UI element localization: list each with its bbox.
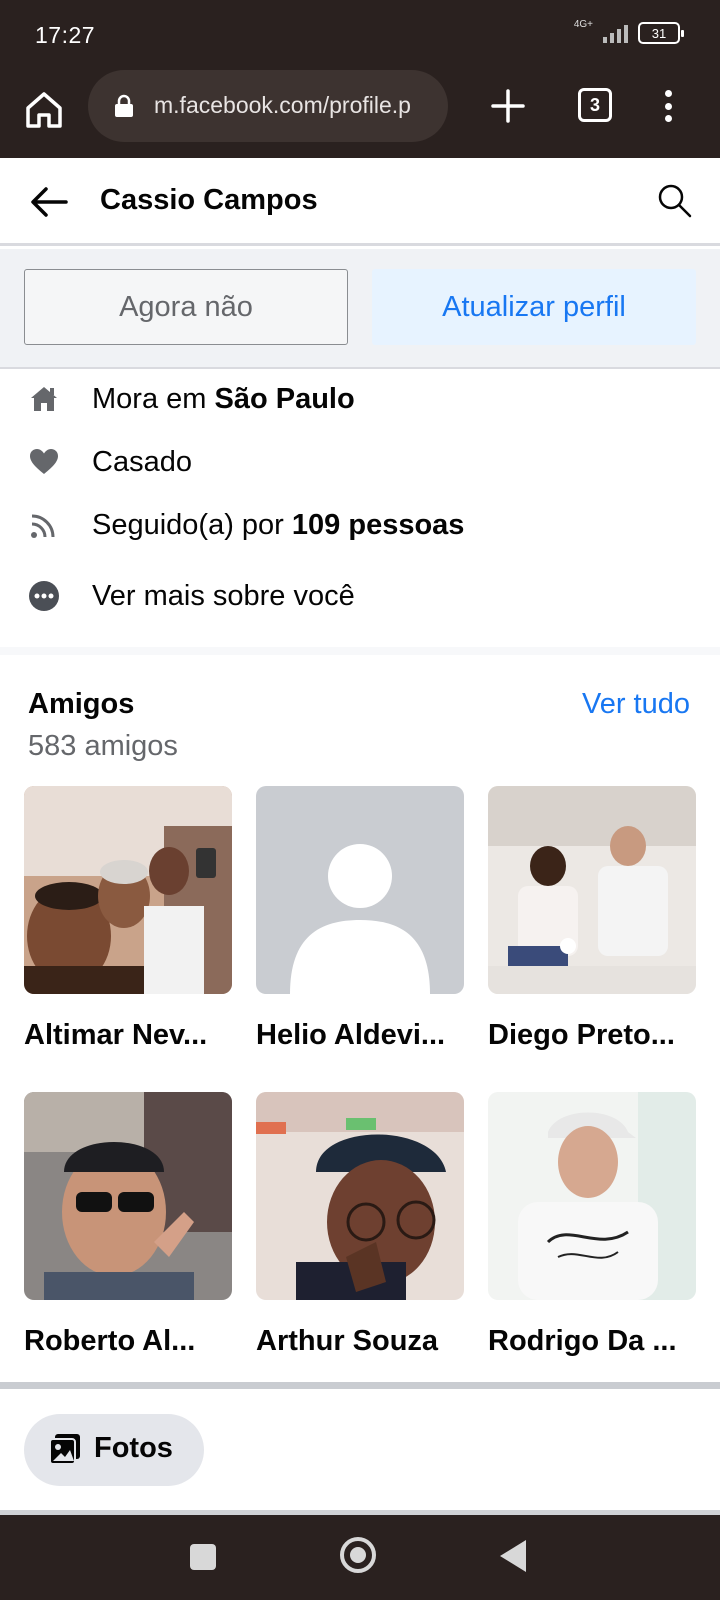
followers-text: Seguido(a) por 109 pessoas xyxy=(92,508,465,541)
friend-card[interactable]: Roberto Al... xyxy=(24,1092,232,1358)
see-more-row[interactable]: Ver mais sobre você xyxy=(0,571,720,621)
friend-card[interactable]: Arthur Souza xyxy=(256,1092,464,1358)
tab-switcher-button[interactable]: 3 xyxy=(578,88,612,122)
address-bar[interactable]: m.facebook.com/profile.p xyxy=(88,70,448,142)
battery-level: 31 xyxy=(651,25,667,41)
heart-icon xyxy=(30,449,58,474)
lives-in-row: Mora em São Paulo xyxy=(0,374,720,424)
photos-icon xyxy=(49,1434,80,1465)
system-nav-bar xyxy=(0,1515,720,1600)
friend-name[interactable]: Rodrigo Da ... xyxy=(488,1325,696,1358)
friend-card[interactable]: Diego Preto... xyxy=(488,786,696,1052)
url-text: m.facebook.com/profile.p xyxy=(154,92,411,118)
friend-card[interactable]: Altimar Nev... xyxy=(24,786,232,1052)
overflow-menu-icon[interactable] xyxy=(656,86,680,126)
see-more-text: Ver mais sobre você xyxy=(92,579,355,612)
page-title: Cassio Campos xyxy=(100,184,318,216)
status-indicators: 4G+ 31 xyxy=(573,19,684,44)
new-tab-icon[interactable] xyxy=(488,86,528,126)
tab-count: 3 xyxy=(589,94,600,115)
friend-name[interactable]: Helio Aldevi... xyxy=(256,1019,464,1052)
followers-row: Seguido(a) por 109 pessoas xyxy=(0,500,720,550)
lives-in-city: São Paulo xyxy=(214,382,355,415)
not-now-button[interactable]: Agora não xyxy=(24,269,348,345)
relationship-text: Casado xyxy=(92,445,192,478)
browser-toolbar: m.facebook.com/profile.p 3 xyxy=(0,70,720,158)
battery-icon: 31 xyxy=(638,22,684,44)
friend-card[interactable]: Rodrigo Da ... xyxy=(488,1092,696,1358)
section-divider xyxy=(0,1382,720,1389)
rss-icon xyxy=(31,514,55,538)
home-icon[interactable] xyxy=(22,88,66,132)
photos-label: Fotos xyxy=(94,1432,173,1464)
back-arrow-icon[interactable] xyxy=(28,182,70,222)
friends-count: 583 amigos xyxy=(28,730,178,762)
home-nav-icon[interactable] xyxy=(340,1537,376,1573)
friend-name[interactable]: Arthur Souza xyxy=(256,1325,464,1358)
lock-icon xyxy=(115,94,133,117)
friend-photo[interactable] xyxy=(256,1092,464,1300)
status-bar: 17:27 4G+ 31 xyxy=(0,0,720,70)
friend-name[interactable]: Diego Preto... xyxy=(488,1019,696,1052)
profile-prompt: Agora não Atualizar perfil xyxy=(0,249,720,369)
recents-icon[interactable] xyxy=(190,1544,216,1570)
signal-icon xyxy=(603,23,628,43)
search-icon[interactable] xyxy=(656,182,694,220)
page-header: Cassio Campos xyxy=(0,158,720,246)
photos-button[interactable]: Fotos xyxy=(24,1414,204,1486)
friend-photo[interactable] xyxy=(488,1092,696,1300)
friend-photo[interactable] xyxy=(24,1092,232,1300)
lives-in-text: Mora em São Paulo xyxy=(92,382,355,415)
friend-card[interactable]: Helio Aldevi... xyxy=(256,786,464,1052)
friend-name[interactable]: Altimar Nev... xyxy=(24,1019,232,1052)
friend-photo[interactable] xyxy=(488,786,696,994)
status-time: 17:27 xyxy=(35,22,96,48)
friends-title: Amigos xyxy=(28,688,135,720)
see-all-friends-link[interactable]: Ver tudo xyxy=(582,688,690,721)
default-avatar-icon[interactable] xyxy=(256,786,464,994)
more-dots-icon xyxy=(29,581,59,611)
section-divider xyxy=(0,647,720,655)
home-icon xyxy=(31,387,57,411)
followers-count: 109 pessoas xyxy=(291,508,465,541)
back-nav-icon[interactable] xyxy=(500,1540,526,1572)
intro-section: Mora em São Paulo Casado Seguido(a) por … xyxy=(0,371,720,647)
network-type: 4G+ xyxy=(573,19,593,30)
relationship-row: Casado xyxy=(0,437,720,487)
update-profile-button[interactable]: Atualizar perfil xyxy=(372,269,696,345)
friend-name[interactable]: Roberto Al... xyxy=(24,1325,232,1358)
friend-photo[interactable] xyxy=(24,786,232,994)
